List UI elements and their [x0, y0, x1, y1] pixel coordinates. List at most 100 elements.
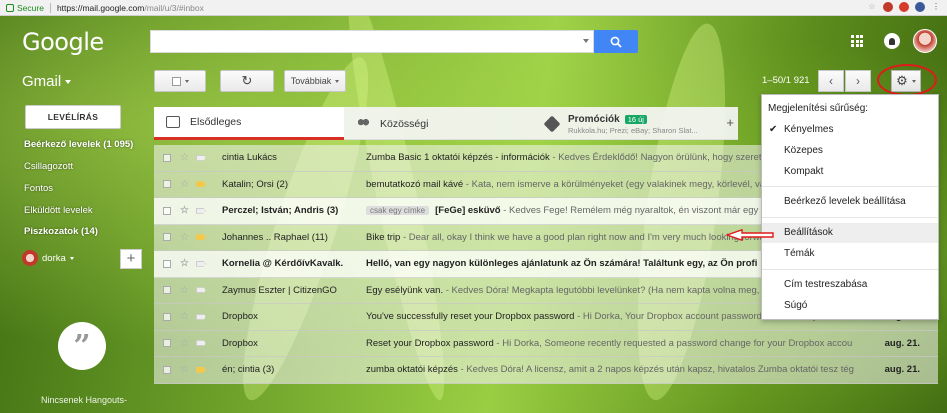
- refresh-icon: ↻: [241, 73, 253, 88]
- star-icon[interactable]: ☆: [180, 285, 192, 296]
- star-icon[interactable]: ☆: [180, 258, 192, 269]
- chevron-down-icon: [184, 79, 189, 83]
- row-checkbox[interactable]: [163, 286, 171, 295]
- email-sender: én; cintia (3): [222, 364, 275, 376]
- sidebar-item-sent[interactable]: Elküldött levelek: [24, 205, 93, 216]
- star-icon[interactable]: ☆: [180, 311, 192, 322]
- email-subject: Reset your Dropbox password: [366, 337, 494, 349]
- email-snippet: - Kata, nem ismerve a körülményeket (egy…: [463, 178, 771, 190]
- star-icon[interactable]: ☆: [180, 205, 192, 216]
- importance-marker-icon[interactable]: [196, 313, 206, 320]
- apps-grid-icon[interactable]: [851, 35, 863, 47]
- menu-item-label: Beérkező levelek beállítása: [784, 196, 906, 207]
- tab-primary[interactable]: Elsődleges: [154, 107, 344, 140]
- menu-item-customize-address[interactable]: Cím testreszabása: [762, 275, 938, 295]
- google-logo[interactable]: Google: [22, 28, 104, 56]
- importance-marker-icon[interactable]: [196, 181, 206, 188]
- settings-dropdown: Megjelenítési sűrűség: ✔ Kényelmes Közepe…: [761, 94, 939, 320]
- more-button[interactable]: Továbbiak: [284, 70, 346, 92]
- row-checkbox[interactable]: [163, 206, 171, 215]
- new-hangout-button[interactable]: +: [120, 249, 142, 269]
- tag-icon: [543, 115, 561, 132]
- table-row[interactable]: ☆ Dropbox Reset your Dropbox password - Hi…: [154, 330, 938, 357]
- sidebar-item-starred[interactable]: Csillagozott: [24, 161, 73, 172]
- menu-item-help[interactable]: Súgó: [762, 296, 938, 316]
- menu-item-label: Közepes: [784, 145, 823, 156]
- email-snippet: - Hi Dorka, Someone recently requested a…: [493, 337, 853, 349]
- email-date: aug. 21.: [884, 364, 920, 376]
- compose-button[interactable]: LEVÉLÍRÁS: [25, 105, 121, 129]
- add-tab-icon[interactable]: +: [726, 115, 734, 130]
- row-checkbox[interactable]: [163, 312, 171, 321]
- opera-icon[interactable]: [899, 2, 909, 12]
- row-checkbox[interactable]: [163, 180, 171, 189]
- row-checkbox[interactable]: [163, 153, 171, 162]
- annotation-circle: [877, 64, 937, 96]
- row-checkbox[interactable]: [163, 339, 171, 348]
- menu-item-cozy[interactable]: Közepes: [762, 141, 938, 161]
- browser-extension-icons: ☆ ⋮: [867, 2, 941, 12]
- search-options-caret-icon[interactable]: [583, 39, 589, 43]
- importance-marker-icon[interactable]: [196, 234, 206, 241]
- newer-page-button[interactable]: ‹: [818, 70, 844, 92]
- menu-item-comfortable[interactable]: ✔ Kényelmes: [762, 120, 938, 140]
- importance-marker-icon[interactable]: [196, 154, 206, 161]
- tab-promotions[interactable]: Promóciók 16 új Rukkola.hu; Prezi; eBay; …: [534, 107, 738, 140]
- menu-divider: [762, 269, 938, 270]
- email-subject: bemutatkozó mail kávé: [366, 178, 464, 190]
- importance-marker-icon[interactable]: [196, 366, 206, 373]
- notifications-bell-icon[interactable]: [884, 33, 900, 49]
- select-checkbox-button[interactable]: [154, 70, 206, 92]
- check-icon: ✔: [769, 124, 778, 135]
- older-page-button[interactable]: ›: [845, 70, 871, 92]
- importance-marker-icon[interactable]: [196, 340, 206, 347]
- email-snippet: - Dear all, okay I think we have a good …: [400, 231, 769, 243]
- pocket-icon[interactable]: [915, 2, 925, 12]
- row-checkbox[interactable]: [163, 365, 171, 374]
- browser-address-bar[interactable]: Secure https://mail.google.com /mail/u/3…: [0, 0, 947, 16]
- sidebar-item-inbox[interactable]: Beérkező levelek (1 095): [24, 139, 133, 150]
- tab-social[interactable]: Közösségi: [344, 107, 534, 140]
- more-button-label: Továbbiak: [290, 76, 332, 86]
- sidebar-item-drafts[interactable]: Piszkozatok (14): [24, 226, 98, 237]
- sidebar-item-important[interactable]: Fontos: [24, 183, 53, 194]
- importance-marker-icon[interactable]: [196, 207, 206, 214]
- menu-item-inbox-settings[interactable]: Beérkező levelek beállítása: [762, 192, 938, 212]
- email-sender: Dropbox: [222, 311, 258, 323]
- chevron-right-icon: ›: [856, 74, 860, 88]
- menu-item-settings[interactable]: Beállítások: [762, 223, 938, 243]
- secure-label: Secure: [17, 2, 44, 13]
- gmail-app-switcher[interactable]: Gmail: [22, 73, 72, 90]
- row-checkbox[interactable]: [163, 259, 171, 268]
- star-icon[interactable]: ☆: [180, 152, 192, 163]
- hangouts-account[interactable]: dorka: [22, 250, 74, 266]
- row-checkbox[interactable]: [163, 233, 171, 242]
- table-row[interactable]: ☆ én; cintia (3) zumba oktatói képzés - Ke…: [154, 357, 938, 384]
- pagination-count: 1–50/1 921: [762, 75, 810, 86]
- email-subject: Helló, van egy nagyon különleges ajánlat…: [366, 258, 758, 270]
- email-subject: Zumba Basic 1 oktatói képzés - informáci…: [366, 152, 550, 164]
- inbox-tabs: Elsődleges Közösségi Promóciók 16 új Rukk…: [154, 107, 738, 140]
- menu-icon[interactable]: ⋮: [931, 2, 941, 12]
- star-icon[interactable]: ☆: [180, 179, 192, 190]
- account-name: dorka: [42, 252, 66, 264]
- search-input[interactable]: [150, 30, 594, 53]
- star-bookmark-icon[interactable]: ☆: [867, 2, 877, 12]
- refresh-button[interactable]: ↻: [220, 70, 274, 92]
- menu-item-themes[interactable]: Témák: [762, 244, 938, 264]
- search-button[interactable]: [594, 30, 638, 53]
- menu-divider: [762, 186, 938, 187]
- extension-icon[interactable]: [883, 2, 893, 12]
- importance-marker-icon[interactable]: [196, 260, 206, 267]
- importance-marker-icon[interactable]: [196, 287, 206, 294]
- star-icon[interactable]: ☆: [180, 364, 192, 375]
- email-label-chip[interactable]: csak egy címke: [366, 206, 430, 216]
- star-icon[interactable]: ☆: [180, 338, 192, 349]
- density-heading: Megjelenítési sűrűség:: [768, 103, 869, 114]
- account-avatar[interactable]: [913, 29, 937, 53]
- star-icon[interactable]: ☆: [180, 232, 192, 243]
- hangouts-quote-icon: ”: [58, 322, 106, 370]
- search-icon: [610, 36, 622, 48]
- menu-item-compact[interactable]: Kompakt: [762, 162, 938, 182]
- email-snippet: - Kedves Dóra! Megkapta legutóbbi levelü…: [443, 284, 773, 296]
